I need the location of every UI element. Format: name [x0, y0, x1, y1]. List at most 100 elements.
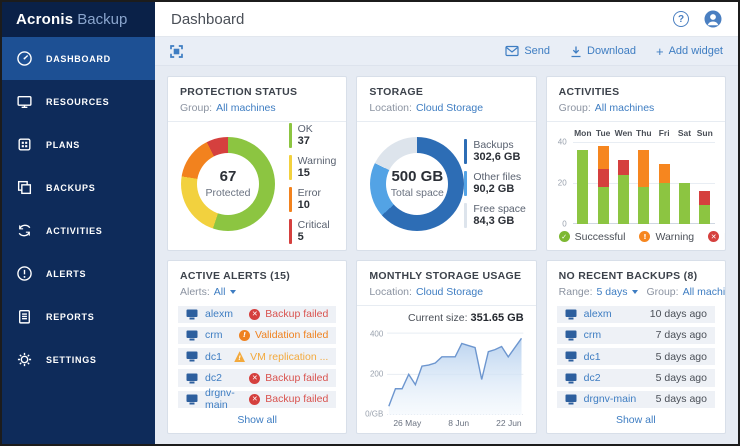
chevron-down-icon[interactable] [230, 290, 236, 294]
backup-row[interactable]: dc1 5 days ago [557, 348, 715, 365]
total-space-value: 500 GB [391, 168, 443, 185]
main-area: Dashboard ? Send [155, 2, 738, 444]
machine-link[interactable]: alexm [205, 308, 233, 320]
usage-area-chart [387, 327, 523, 416]
gauge-icon [16, 50, 33, 67]
show-all-link[interactable]: Show all [547, 408, 725, 433]
bar-fri [654, 142, 674, 224]
error-circle-icon [249, 394, 260, 405]
protection-status-widget: PROTECTION STATUS Group: All machines 67… [167, 76, 347, 251]
expand-widgets-icon[interactable] [170, 45, 183, 58]
group-filter-link[interactable]: All machines [216, 102, 276, 114]
show-all-link[interactable]: Show all [168, 408, 346, 433]
send-button[interactable]: Send [505, 45, 550, 57]
copies-icon [16, 179, 33, 196]
activities-widget: ACTIVITIES Group: All machines Mon Tue W… [546, 76, 726, 251]
alert-row[interactable]: alexm Backup failed [178, 306, 336, 323]
storage-legend: Backups302,6 GB Other files90,2 GB Free … [464, 139, 526, 228]
alert-row[interactable]: dc1 VM replication ... [178, 348, 336, 365]
usage-x-axis: 26 May 8 Jun 22 Jun [387, 415, 523, 428]
alerts-list: alexm Backup failed crm Validation faile… [168, 305, 346, 409]
machine-link[interactable]: crm [205, 329, 223, 341]
sidebar: Acronis Backup DASHBOARD RESOURCES PLA [2, 2, 155, 444]
sidebar-item-label: SETTINGS [46, 355, 97, 365]
range-label: Range: [559, 286, 593, 298]
sync-icon [16, 222, 33, 239]
legend-color-bar [464, 171, 467, 196]
widget-title: ACTIVITIES [559, 86, 713, 98]
add-widget-button[interactable]: + Add widget [656, 45, 723, 58]
warning-triangle-icon [234, 351, 245, 362]
weekday-labels: Mon Tue Wen Thu Fri Sat Sun [573, 128, 715, 138]
activities-y-axis: 40 20 0 [553, 142, 573, 224]
alert-status: Backup failed [249, 308, 328, 320]
widget-title: STORAGE [369, 86, 523, 98]
machine-link[interactable]: alexm [584, 308, 612, 320]
machine-link[interactable]: dc2 [205, 372, 222, 384]
warning-circle-icon [239, 330, 250, 341]
sidebar-item-plans[interactable]: PLANS [2, 123, 155, 166]
bar-segment [598, 169, 609, 187]
current-size-value: 351.65 GB [470, 312, 523, 324]
chevron-down-icon[interactable] [632, 290, 638, 294]
alert-row[interactable]: crm Validation failed [178, 327, 336, 344]
backup-row[interactable]: crm 7 days ago [557, 327, 715, 344]
machine-icon [186, 309, 198, 320]
machine-icon [565, 394, 577, 405]
bar-thu [634, 142, 654, 224]
range-dropdown[interactable]: 5 days [597, 286, 628, 298]
machine-link[interactable]: dc2 [584, 372, 601, 384]
location-filter-link[interactable]: Cloud Storage [416, 286, 483, 298]
bar-segment [598, 187, 609, 224]
location-filter-link[interactable]: Cloud Storage [416, 102, 483, 114]
sidebar-item-dashboard[interactable]: DASHBOARD [2, 37, 155, 80]
bar-sun [695, 142, 715, 224]
bar-segment [577, 150, 588, 223]
machine-link[interactable]: dc1 [205, 351, 222, 363]
sidebar-item-label: PLANS [46, 140, 80, 150]
bar-segment [659, 164, 670, 182]
machine-link[interactable]: dc1 [584, 351, 601, 363]
backup-row[interactable]: dc2 5 days ago [557, 369, 715, 386]
help-icon[interactable]: ? [673, 11, 689, 27]
sidebar-item-activities[interactable]: ACTIVITIES [2, 209, 155, 252]
bar-segment [699, 191, 710, 205]
usage-y-axis: 400 200 0/GB [363, 327, 387, 416]
account-icon[interactable] [704, 10, 722, 28]
sidebar-item-resources[interactable]: RESOURCES [2, 80, 155, 123]
sidebar-item-alerts[interactable]: ALERTS [2, 252, 155, 295]
sidebar-item-reports[interactable]: REPORTS [2, 295, 155, 338]
alert-row[interactable]: dc2 Backup failed [178, 369, 336, 386]
legend-successful: ✓ Successful [559, 231, 626, 243]
group-filter-link[interactable]: All machines [683, 286, 726, 298]
clipboard-icon [16, 308, 33, 325]
legend-item-warning: Warning15 [289, 155, 337, 181]
alerts-filter-dropdown[interactable]: All [214, 286, 226, 298]
group-filter-link[interactable]: All machines [595, 102, 655, 114]
legend-color-bar [289, 219, 292, 244]
alert-status: Backup failed [249, 372, 328, 384]
sidebar-item-backups[interactable]: BACKUPS [2, 166, 155, 209]
bar-tue [593, 142, 613, 224]
logo-acronis: Acronis [16, 11, 73, 28]
app-logo: Acronis Backup [2, 2, 155, 37]
sidebar-item-settings[interactable]: SETTINGS [2, 338, 155, 381]
alert-row[interactable]: drgnv-main Backup failed [178, 391, 336, 408]
sidebar-item-label: ACTIVITIES [46, 226, 103, 236]
widget-title: NO RECENT BACKUPS (8) [559, 270, 713, 282]
envelope-icon [505, 45, 519, 57]
bar-segment [659, 183, 670, 224]
machine-link[interactable]: drgnv-main [584, 393, 637, 405]
legend-color-bar [289, 187, 292, 212]
download-button[interactable]: Download [570, 45, 636, 58]
logo-backup: Backup [77, 11, 127, 28]
sidebar-item-label: ALERTS [46, 269, 86, 279]
legend-warning: ! Warning [639, 231, 694, 243]
machine-icon [565, 373, 577, 384]
backup-row[interactable]: drgnv-main 5 days ago [557, 391, 715, 408]
bar-segment [618, 160, 629, 174]
machine-link[interactable]: crm [584, 329, 602, 341]
last-backup-time: 7 days ago [656, 329, 707, 341]
total-space-label: Total space [391, 187, 444, 199]
backup-row[interactable]: alexm 10 days ago [557, 306, 715, 323]
